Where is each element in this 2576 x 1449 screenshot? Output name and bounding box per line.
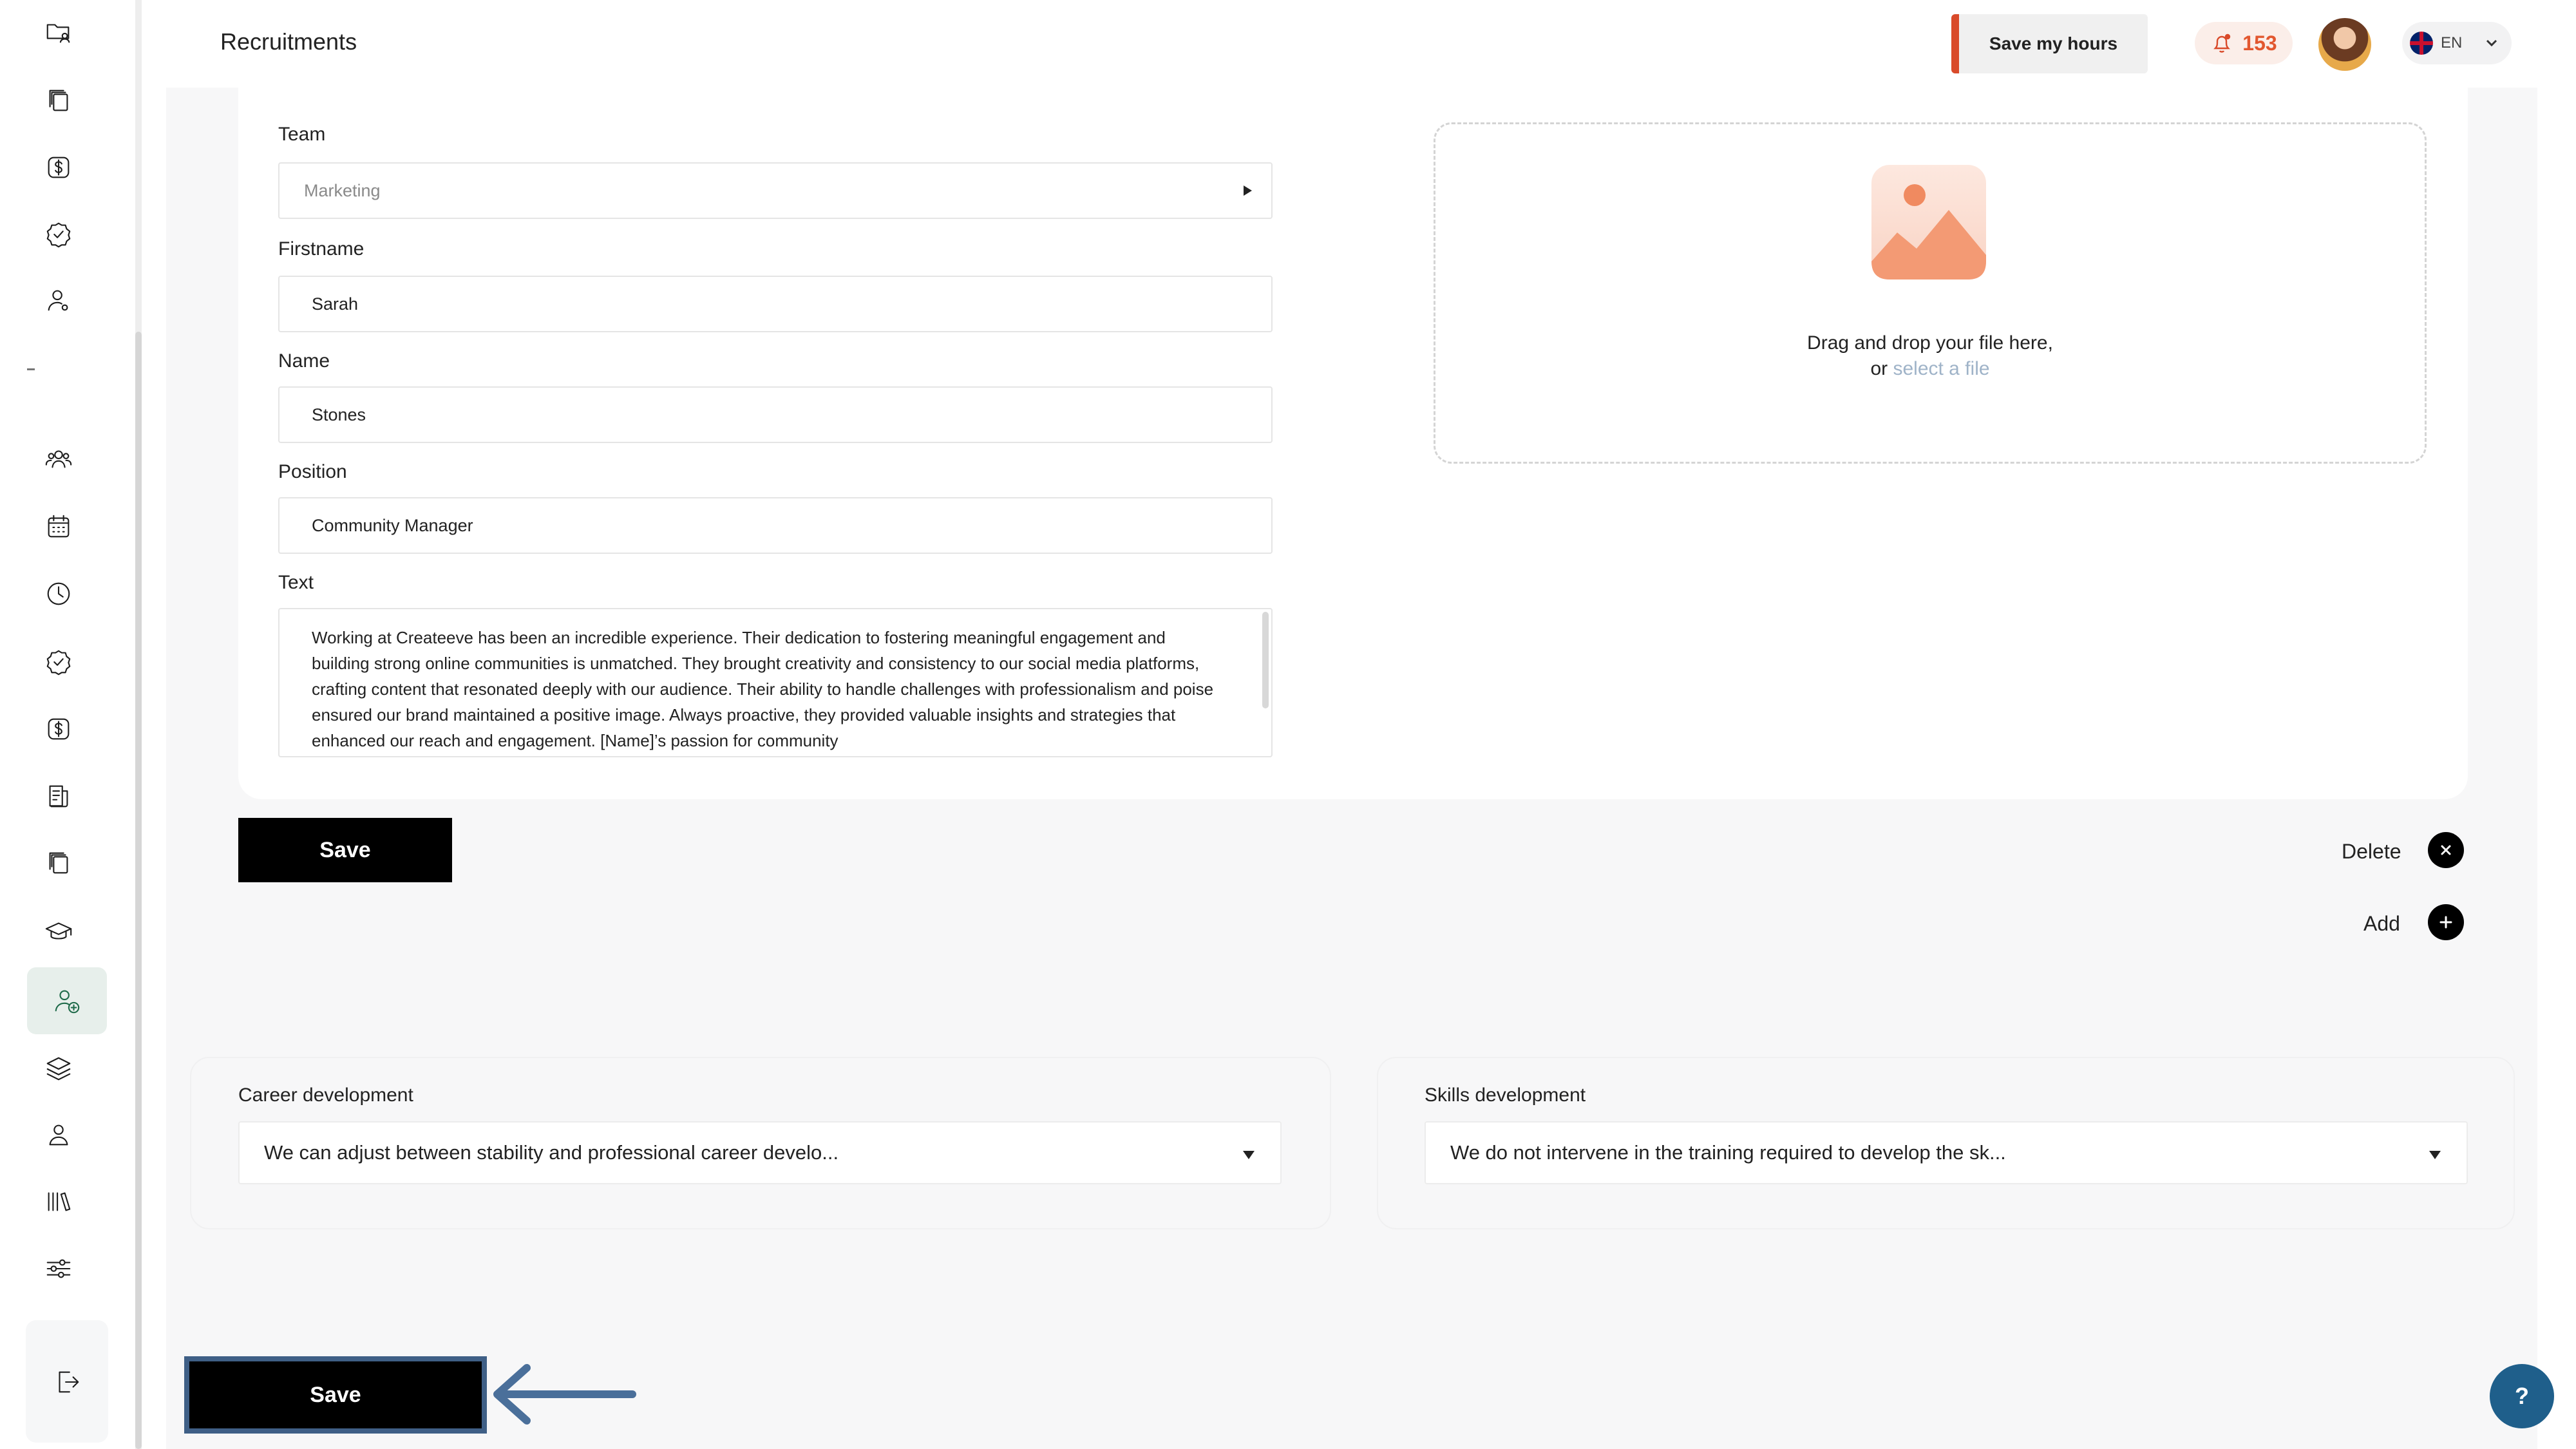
sidebar-item-layers[interactable] xyxy=(28,1038,90,1100)
sidebar-item-profile[interactable] xyxy=(28,269,90,331)
position-label: Position xyxy=(278,461,347,482)
team-select-value: Marketing xyxy=(304,180,381,200)
user-avatar[interactable] xyxy=(2318,18,2371,71)
clock-icon xyxy=(47,582,70,605)
testimonial-textarea[interactable]: Working at Createeve has been an incredi… xyxy=(278,608,1273,757)
add-button[interactable] xyxy=(2428,904,2464,940)
language-code: EN xyxy=(2441,34,2463,52)
sidebar-item-logout[interactable] xyxy=(36,1351,98,1413)
sidebar-separator xyxy=(27,368,35,370)
sidebar-item-calendar[interactable] xyxy=(28,496,90,558)
save-my-hours-button[interactable]: Save my hours xyxy=(1951,14,2148,73)
name-label: Name xyxy=(278,350,330,372)
firstname-label: Firstname xyxy=(278,238,365,260)
sidebar-item-expenses[interactable] xyxy=(28,698,90,760)
notifications-badge[interactable]: 153 xyxy=(2195,22,2293,64)
skills-development-label: Skills development xyxy=(1425,1084,1586,1106)
sidebar-item-team[interactable] xyxy=(28,428,90,489)
sidebar-scrollbar-thumb[interactable] xyxy=(135,332,142,1449)
sidebar-item-settings[interactable] xyxy=(28,1238,90,1300)
page-title: Recruitments xyxy=(220,28,357,55)
bell-icon xyxy=(2213,33,2231,53)
books-icon xyxy=(48,1192,71,1211)
sidebar-item-recruitments[interactable] xyxy=(27,967,107,1034)
language-selector[interactable]: EN xyxy=(2402,22,2512,64)
sidebar-item-training[interactable] xyxy=(28,900,90,962)
user-add-icon xyxy=(55,990,80,1014)
text-label: Text xyxy=(278,572,314,593)
users-icon xyxy=(45,450,72,468)
drop-instructions: Drag and drop your file here, xyxy=(1807,332,2053,354)
uk-flag-icon xyxy=(2410,32,2433,55)
image-placeholder-icon xyxy=(1871,165,1986,279)
plus-icon xyxy=(2439,916,2452,929)
caret-down-icon xyxy=(2429,1151,2441,1159)
career-development-value: We can adjust between stability and prof… xyxy=(264,1141,839,1164)
user-settings-icon xyxy=(48,290,68,311)
sidebar-item-tasks[interactable] xyxy=(28,204,90,265)
delete-button[interactable] xyxy=(2428,832,2464,868)
top-header xyxy=(166,0,2537,88)
drop-alternative: or select a file xyxy=(1434,358,2427,380)
page-scrollbar[interactable] xyxy=(2557,0,2576,1449)
save-button[interactable]: Save xyxy=(184,1356,487,1434)
dollar-icon xyxy=(48,156,70,178)
position-input[interactable]: Community Manager xyxy=(278,497,1273,554)
dollar-icon xyxy=(48,718,70,740)
chevron-down-icon xyxy=(2486,39,2497,47)
firstname-input[interactable]: Sarah xyxy=(278,276,1273,332)
team-select[interactable]: Marketing xyxy=(278,162,1273,219)
career-development-label: Career development xyxy=(238,1084,413,1106)
sidebar-item-user[interactable] xyxy=(28,1104,90,1166)
sidebar-item-time[interactable] xyxy=(28,563,90,625)
skills-development-select[interactable]: We do not intervene in the training requ… xyxy=(1425,1121,2468,1184)
team-label: Team xyxy=(278,124,326,145)
sidebar-item-library[interactable] xyxy=(28,1171,90,1233)
name-input[interactable]: Stones xyxy=(278,386,1273,443)
sidebar-item-files[interactable] xyxy=(28,832,90,894)
copy-icon xyxy=(49,90,68,111)
delete-label[interactable]: Delete xyxy=(2342,840,2401,864)
logout-icon xyxy=(59,1371,79,1393)
document-icon xyxy=(49,785,68,808)
copy-icon xyxy=(49,852,68,874)
graduation-cap-icon xyxy=(45,922,72,940)
career-development-select[interactable]: We can adjust between stability and prof… xyxy=(238,1121,1282,1184)
check-circle-icon xyxy=(46,650,71,676)
add-label[interactable]: Add xyxy=(2363,912,2400,936)
select-file-link[interactable]: select a file xyxy=(1893,358,1989,379)
sidebar-item-approvals[interactable] xyxy=(28,631,90,693)
sidebar-item-finance[interactable] xyxy=(28,137,90,198)
layers-icon xyxy=(46,1057,71,1081)
help-button[interactable]: ? xyxy=(2490,1364,2554,1428)
caret-right-icon xyxy=(1244,185,1252,196)
user-icon xyxy=(49,1124,68,1146)
drop-or-text: or xyxy=(1870,358,1888,379)
textarea-scrollbar[interactable] xyxy=(1262,612,1269,708)
save-testimonial-button[interactable]: Save xyxy=(238,818,452,882)
caret-down-icon xyxy=(1243,1151,1255,1159)
sidebar-item-reports[interactable] xyxy=(28,765,90,827)
skills-development-value: We do not intervene in the training requ… xyxy=(1450,1141,2006,1164)
folder-user-icon xyxy=(46,24,70,43)
sliders-icon xyxy=(46,1259,71,1278)
calendar-icon xyxy=(48,515,70,538)
notification-count: 153 xyxy=(2242,31,2277,55)
sidebar-item-folder-user[interactable] xyxy=(28,1,90,63)
check-circle-icon xyxy=(46,222,71,248)
sidebar-item-documents[interactable] xyxy=(28,70,90,131)
arrow-left-icon xyxy=(493,1364,636,1425)
close-icon xyxy=(2441,845,2451,855)
